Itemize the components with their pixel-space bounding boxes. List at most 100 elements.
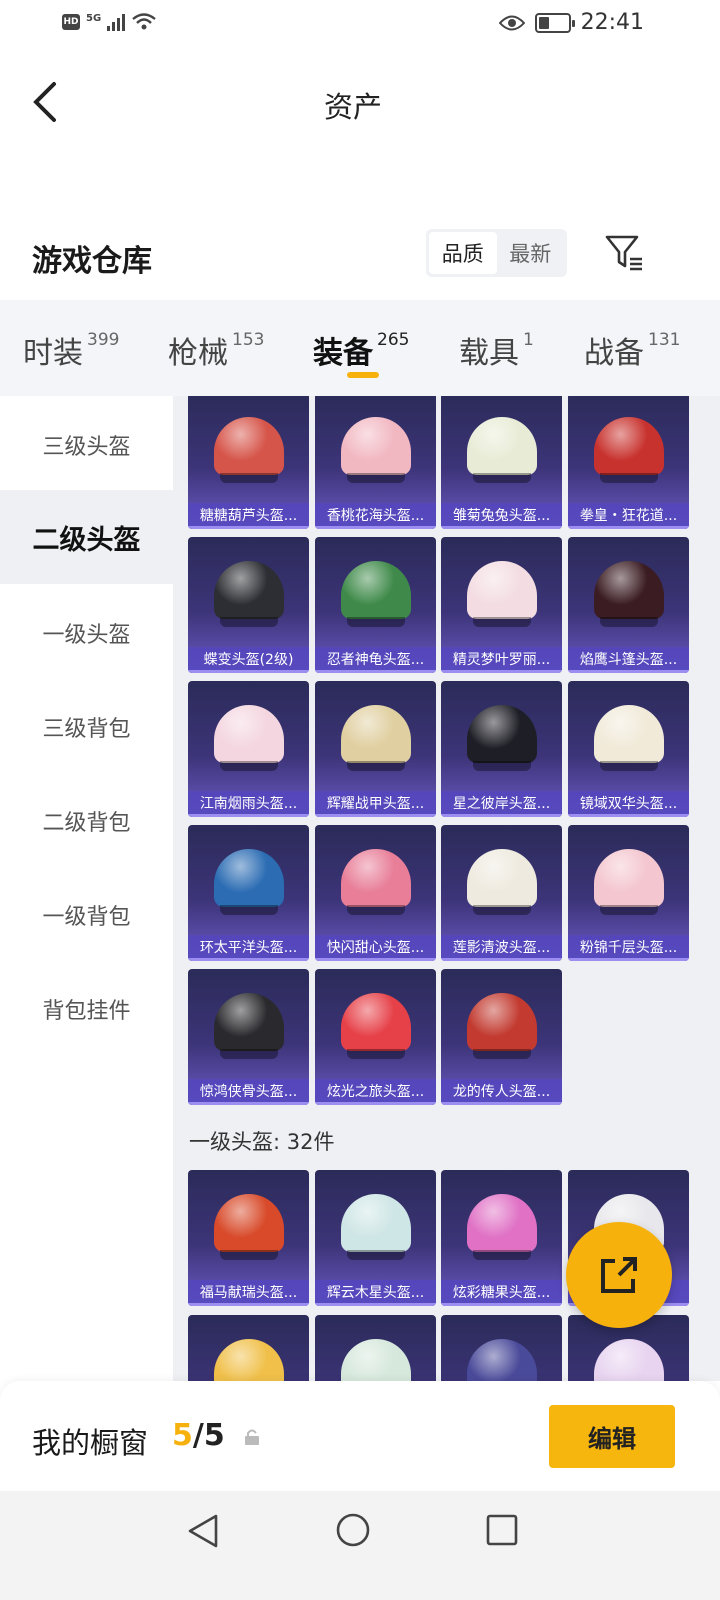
item-card[interactable]: 镜域双华头盔... xyxy=(568,681,689,817)
system-navigation-bar xyxy=(0,1491,720,1600)
showcase-count: 5/5 xyxy=(172,1418,225,1453)
helmet-thumbnail xyxy=(214,417,284,483)
helmet-thumbnail xyxy=(467,705,537,771)
nav-back-icon[interactable] xyxy=(186,1513,220,1549)
helmet-thumbnail xyxy=(467,417,537,483)
tab-fashion[interactable]: 时装 399 xyxy=(23,328,119,372)
helmet-thumbnail xyxy=(594,705,664,771)
tab-equipment[interactable]: 装备 265 xyxy=(313,328,409,372)
helmet-thumbnail xyxy=(467,993,537,1059)
tab-count: 131 xyxy=(648,330,681,350)
item-name: 龙的传人头盔... xyxy=(441,1079,562,1105)
item-card[interactable] xyxy=(441,1315,562,1381)
item-card[interactable] xyxy=(315,1315,436,1381)
item-name: 雏菊兔兔头盔... xyxy=(441,503,562,529)
sidebar-item-level2-helmet[interactable]: 二级头盔 xyxy=(0,490,173,584)
external-link-icon xyxy=(601,1257,637,1293)
item-card[interactable]: 精灵梦叶罗丽... xyxy=(441,537,562,673)
sort-option-latest[interactable]: 最新 xyxy=(497,232,565,274)
eye-icon xyxy=(498,15,525,30)
helmet-thumbnail xyxy=(214,1194,284,1260)
tab-label: 枪械 xyxy=(168,336,228,371)
nav-recents-icon[interactable] xyxy=(485,1513,519,1547)
helmet-thumbnail xyxy=(341,561,411,627)
sort-toggle: 品质 最新 xyxy=(426,229,567,277)
sidebar-item-level2-backpack[interactable]: 二级背包 xyxy=(0,774,173,868)
sidebar-item-backpack-charm[interactable]: 背包挂件 xyxy=(0,962,173,1056)
hd-badge: HD xyxy=(62,14,80,30)
tab-vehicles[interactable]: 载具 1 xyxy=(459,328,534,372)
item-card[interactable]: 莲影清波头盔... xyxy=(441,825,562,961)
item-card[interactable]: 忍者神龟头盔... xyxy=(315,537,436,673)
item-name: 快闪甜心头盔... xyxy=(315,935,436,961)
helmet-thumbnail xyxy=(341,849,411,915)
warehouse-title: 游戏仓库 xyxy=(32,244,152,279)
item-name: 粉锦千层头盔... xyxy=(568,935,689,961)
item-card[interactable]: 炫彩糖果头盔... xyxy=(441,1170,562,1306)
item-card[interactable]: 江南烟雨头盔... xyxy=(188,681,309,817)
item-name: 江南烟雨头盔... xyxy=(188,791,309,817)
item-card[interactable]: 环太平洋头盔... xyxy=(188,825,309,961)
tab-gear[interactable]: 战备 131 xyxy=(584,328,680,372)
item-name: 环太平洋头盔... xyxy=(188,935,309,961)
item-card[interactable]: 炫光之旅头盔... xyxy=(315,969,436,1105)
tab-count: 399 xyxy=(87,330,120,350)
sort-option-quality[interactable]: 品质 xyxy=(429,232,497,274)
item-card[interactable]: 快闪甜心头盔... xyxy=(315,825,436,961)
edit-button[interactable]: 编辑 xyxy=(549,1405,675,1468)
helmet-thumbnail xyxy=(341,417,411,483)
showcase-current: 5 xyxy=(172,1418,193,1453)
share-fab[interactable] xyxy=(566,1222,672,1328)
category-tabs: 时装 399 枪械 153 装备 265 载具 1 战备 131 xyxy=(0,300,720,396)
item-name: 莲影清波头盔... xyxy=(441,935,562,961)
item-name: 炫彩糖果头盔... xyxy=(441,1280,562,1306)
helmet-thumbnail xyxy=(594,561,664,627)
helmet-thumbnail xyxy=(467,561,537,627)
item-card[interactable]: 辉云木星头盔... xyxy=(315,1170,436,1306)
item-card[interactable]: 惊鸿侠骨头盔... xyxy=(188,969,309,1105)
helmet-thumbnail xyxy=(341,1194,411,1260)
sidebar-item-level3-helmet[interactable]: 三级头盔 xyxy=(0,398,173,492)
item-name: 拳皇・狂花道... xyxy=(568,503,689,529)
helmet-thumbnail xyxy=(467,1339,537,1381)
item-card[interactable]: 焰鹰斗篷头盔... xyxy=(568,537,689,673)
item-name: 炫光之旅头盔... xyxy=(315,1079,436,1105)
sidebar-item-level3-backpack[interactable]: 三级背包 xyxy=(0,680,173,774)
tab-firearms[interactable]: 枪械 153 xyxy=(168,328,264,372)
subcategory-sidebar: 三级头盔 二级头盔 一级头盔 三级背包 二级背包 一级背包 背包挂件 xyxy=(0,396,173,1381)
item-card[interactable]: 星之彼岸头盔... xyxy=(441,681,562,817)
item-name: 糖糖葫芦头盔... xyxy=(188,503,309,529)
item-card[interactable] xyxy=(188,1315,309,1381)
item-card[interactable]: 蝶变头盔(2级) xyxy=(188,537,309,673)
tab-count: 265 xyxy=(377,330,410,350)
item-card[interactable]: 雏菊兔兔头盔... xyxy=(441,396,562,529)
helmet-thumbnail xyxy=(214,993,284,1059)
wifi-icon xyxy=(132,13,156,30)
item-name: 香桃花海头盔... xyxy=(315,503,436,529)
item-card[interactable]: 龙的传人头盔... xyxy=(441,969,562,1105)
helmet-thumbnail xyxy=(467,849,537,915)
helmet-thumbnail xyxy=(467,1194,537,1260)
sidebar-item-level1-helmet[interactable]: 一级头盔 xyxy=(0,586,173,680)
tab-label: 时装 xyxy=(23,336,83,371)
tab-count: 153 xyxy=(232,330,265,350)
sidebar-item-level1-backpack[interactable]: 一级背包 xyxy=(0,868,173,962)
item-name: 焰鹰斗篷头盔... xyxy=(568,647,689,673)
showcase-label: 我的橱窗 xyxy=(32,1426,149,1460)
status-right: 22:41 xyxy=(498,10,644,35)
item-card[interactable]: 福马献瑞头盔... xyxy=(188,1170,309,1306)
helmet-thumbnail xyxy=(214,1339,284,1381)
helmet-thumbnail xyxy=(594,1339,664,1381)
item-card[interactable]: 拳皇・狂花道... xyxy=(568,396,689,529)
item-card[interactable]: 糖糖葫芦头盔... xyxy=(188,396,309,529)
item-card[interactable]: 辉耀战甲头盔... xyxy=(315,681,436,817)
helmet-thumbnail xyxy=(594,849,664,915)
showcase-total: /5 xyxy=(192,1418,225,1453)
item-card[interactable]: 粉锦千层头盔... xyxy=(568,825,689,961)
item-name: 蝶变头盔(2级) xyxy=(188,647,309,673)
tab-label: 载具 xyxy=(459,336,519,371)
item-card[interactable]: 香桃花海头盔... xyxy=(315,396,436,529)
network-label: 5G xyxy=(86,12,102,24)
nav-home-icon[interactable] xyxy=(335,1512,371,1548)
filter-icon[interactable] xyxy=(604,232,644,272)
